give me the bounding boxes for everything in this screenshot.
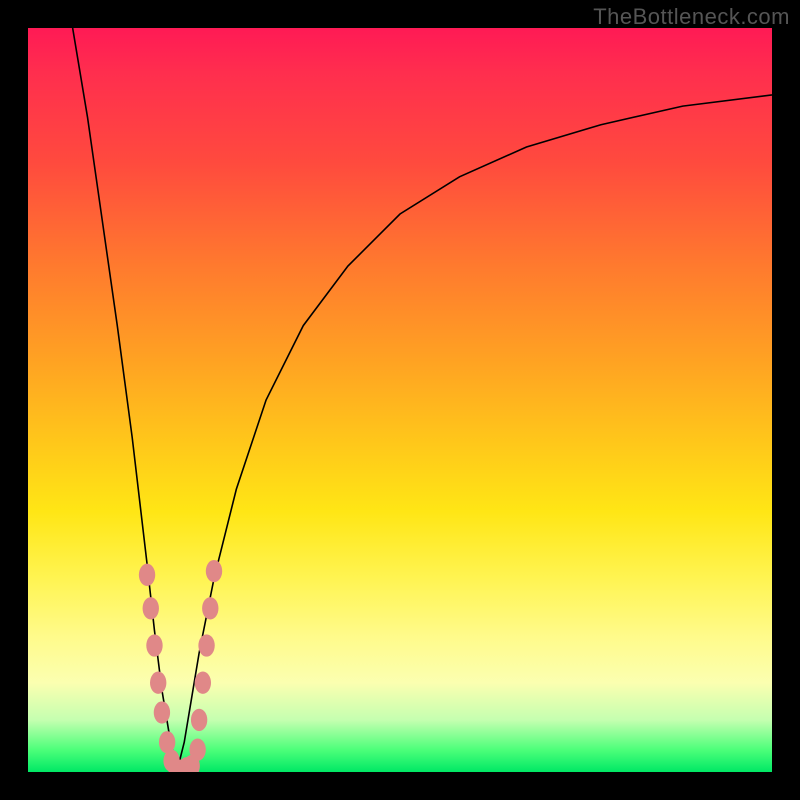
chart-svg [28, 28, 772, 772]
data-point [150, 672, 166, 694]
curve-right_branch [177, 95, 772, 772]
data-point [206, 560, 222, 582]
data-point [195, 672, 211, 694]
plot-area [28, 28, 772, 772]
data-point [139, 564, 155, 586]
data-point [202, 597, 218, 619]
data-point [198, 634, 214, 656]
data-point [154, 701, 170, 723]
data-point [146, 634, 162, 656]
data-point [191, 709, 207, 731]
data-point [189, 739, 205, 761]
watermark-text: TheBottleneck.com [593, 4, 790, 30]
chart-frame: TheBottleneck.com [0, 0, 800, 800]
data-point [143, 597, 159, 619]
curve-left_branch [73, 28, 177, 772]
